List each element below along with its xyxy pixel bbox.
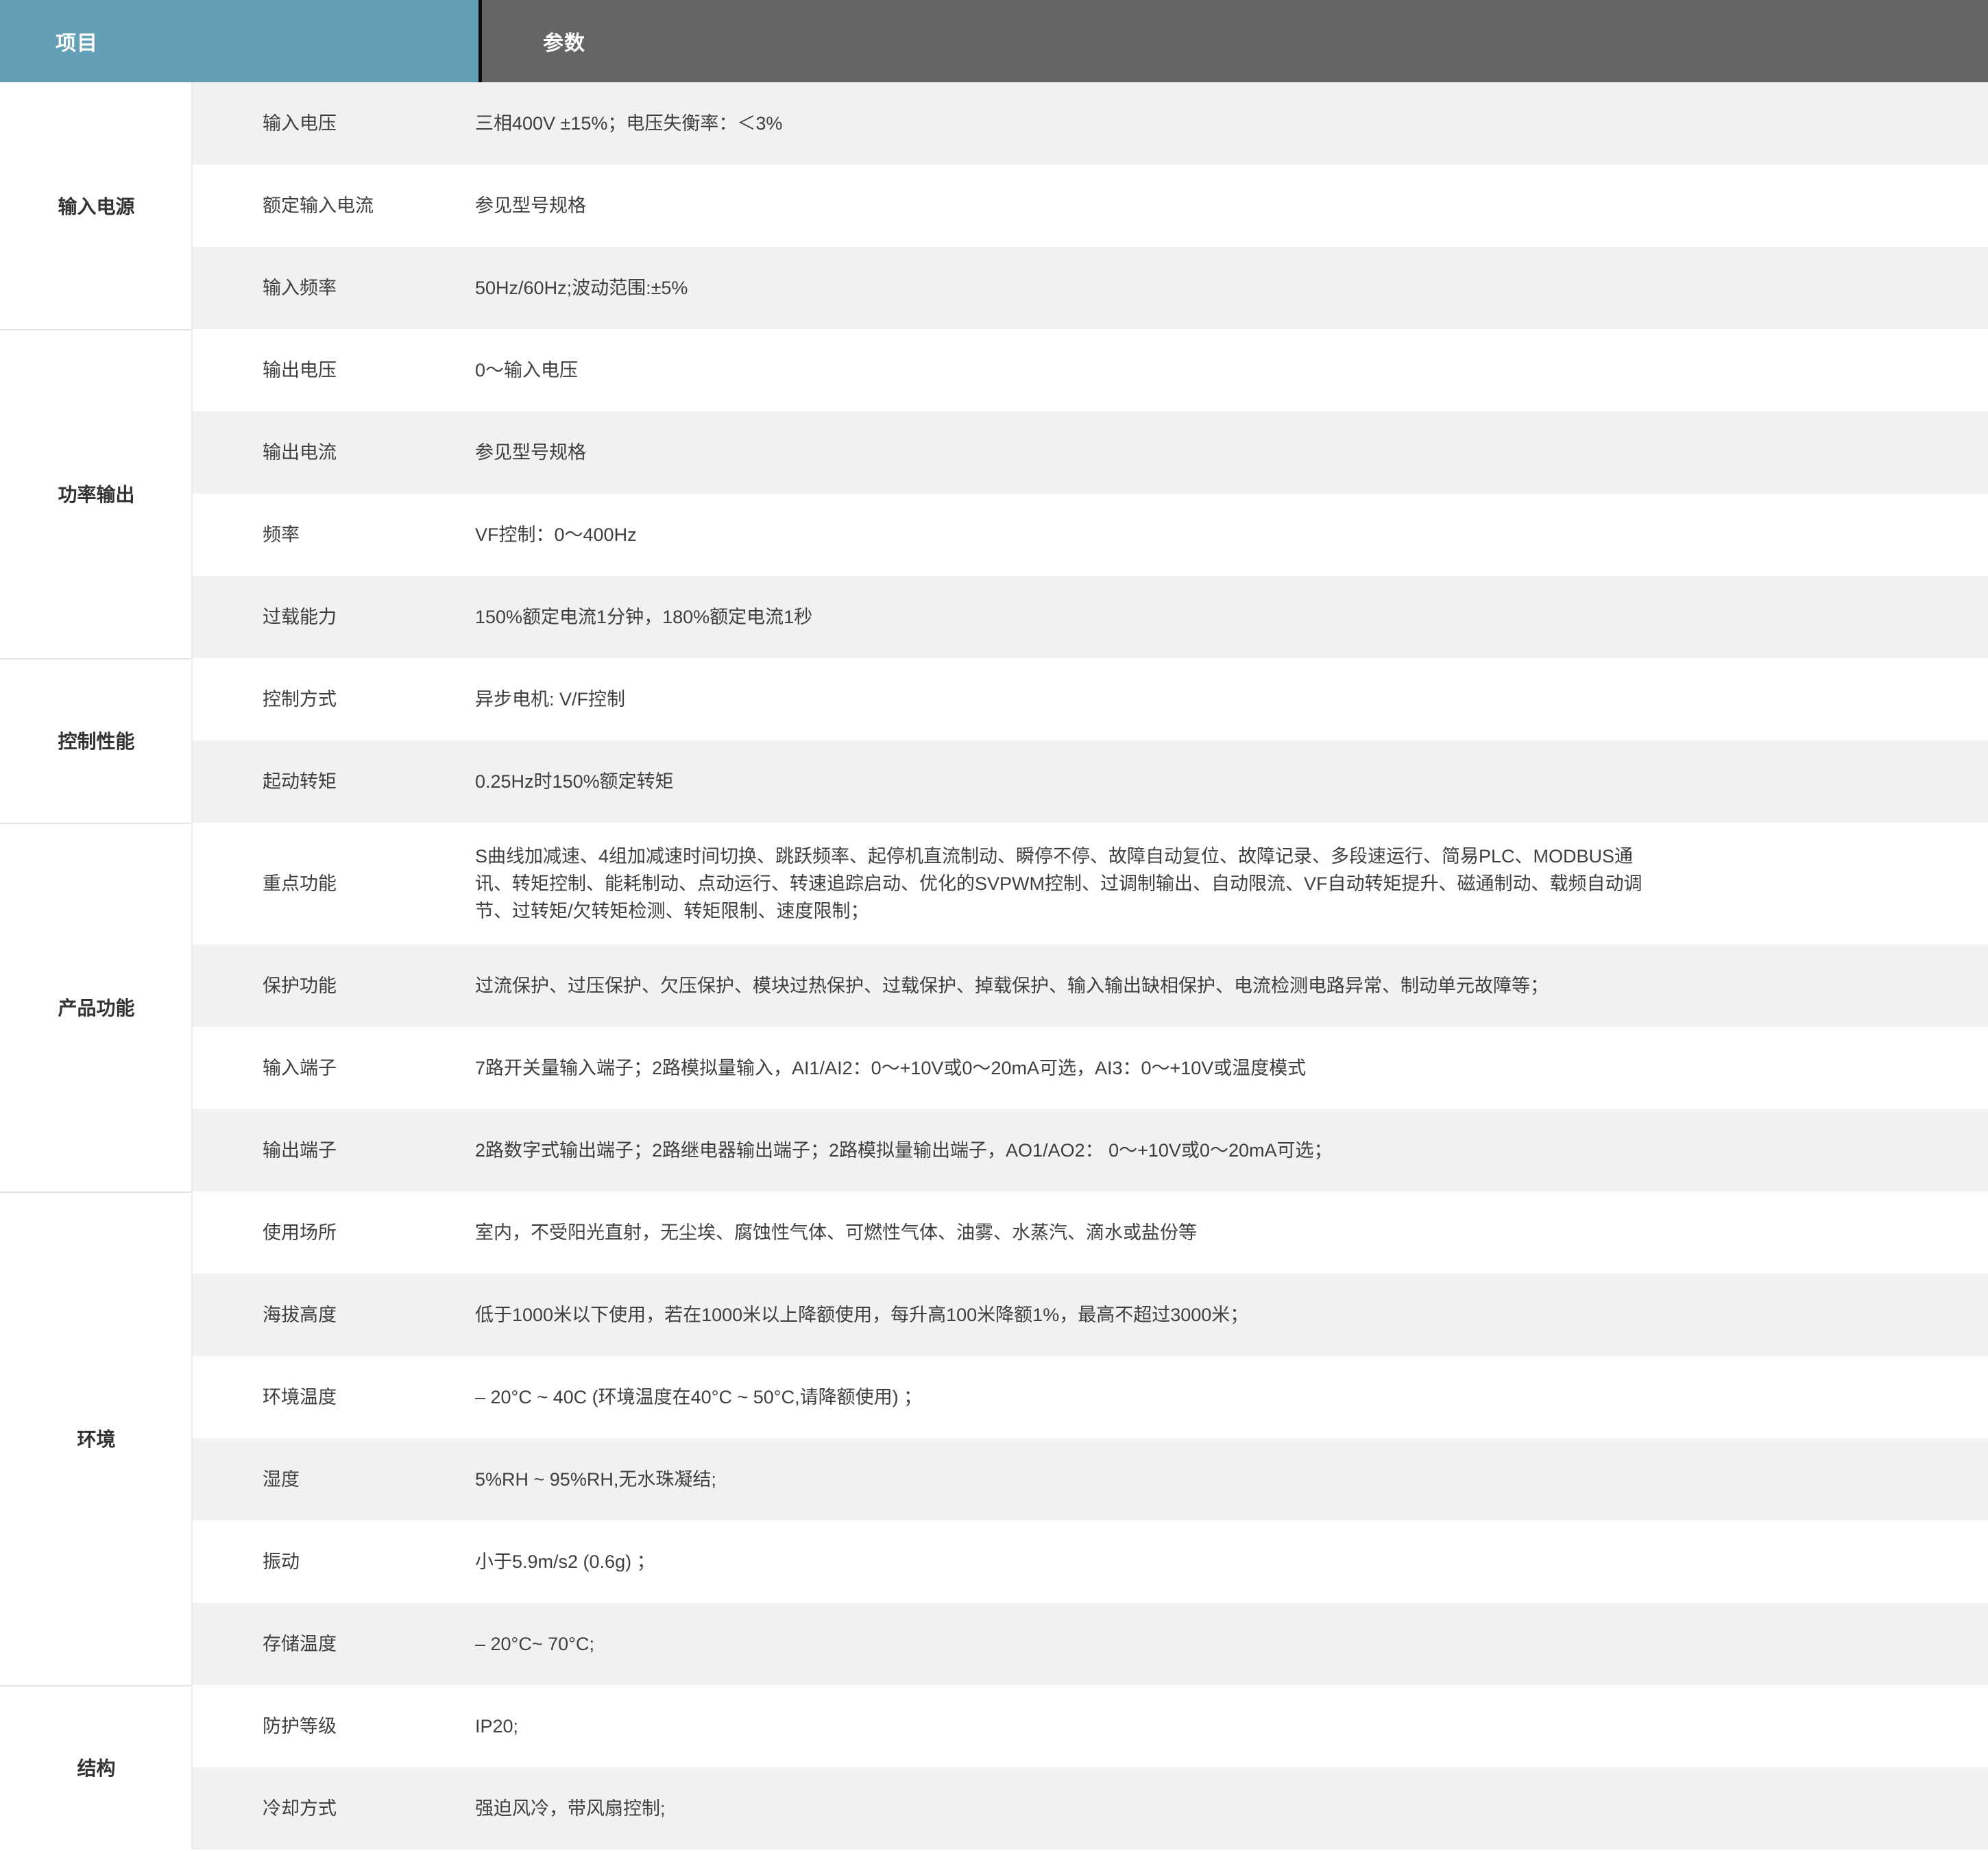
table-row: 海拔高度低于1000米以下使用，若在1000米以上降额使用，每升高100米降额1… [193, 1274, 1988, 1356]
group-rows: 控制方式异步电机: V/F控制起动转矩0.25Hz时150%额定转矩 [193, 658, 1988, 823]
group-label: 结构 [0, 1685, 193, 1850]
table-header-row: 项目 参数 [0, 0, 1988, 82]
row-value: IP20; [475, 1693, 1767, 1760]
column-header-param: 参数 [482, 0, 1988, 82]
table-row: 重点功能S曲线加减速、4组加减速时间切换、跳跃频率、起停机直流制动、瞬停不停、故… [193, 823, 1988, 945]
group-rows: 防护等级IP20;冷却方式强迫风冷，带风扇控制; [193, 1685, 1988, 1850]
row-label: 海拔高度 [193, 1301, 475, 1329]
row-label: 额定输入电流 [193, 192, 475, 219]
table-row: 过载能力150%额定电流1分钟，180%额定电流1秒 [193, 576, 1988, 658]
row-value: S曲线加减速、4组加减速时间切换、跳跃频率、起停机直流制动、瞬停不停、故障自动复… [475, 823, 1767, 945]
row-value: 小于5.9m/s2 (0.6g) ； [475, 1528, 1767, 1595]
row-value: – 20°C~ 70°C; [475, 1610, 1767, 1678]
table-row: 输入电压三相400V ±15%；电压失衡率：＜3% [193, 82, 1988, 165]
table-row: 额定输入电流参见型号规格 [193, 165, 1988, 247]
table-row: 使用场所室内，不受阳光直射，无尘埃、腐蚀性气体、可燃性气体、油雾、水蒸汽、滴水或… [193, 1191, 1988, 1274]
table-row: 存储温度– 20°C~ 70°C; [193, 1603, 1988, 1685]
row-label: 环境温度 [193, 1383, 475, 1411]
row-value: 0～输入电压 [475, 337, 1767, 404]
row-value: 三相400V ±15%；电压失衡率：＜3% [475, 90, 1767, 157]
row-value: 异步电机: V/F控制 [475, 666, 1767, 733]
table-body: 输入电源输入电压三相400V ±15%；电压失衡率：＜3%额定输入电流参见型号规… [0, 82, 1988, 1850]
row-label: 频率 [193, 521, 475, 548]
group-label: 控制性能 [0, 658, 193, 823]
row-label: 重点功能 [193, 870, 475, 897]
row-value: 50Hz/60Hz;波动范围:±5% [475, 254, 1767, 322]
table-row: 冷却方式强迫风冷，带风扇控制; [193, 1767, 1988, 1850]
table-row: 输出电流参见型号规格 [193, 411, 1988, 494]
row-label: 控制方式 [193, 686, 475, 713]
group-rows: 输入电压三相400V ±15%；电压失衡率：＜3%额定输入电流参见型号规格输入频… [193, 82, 1988, 329]
row-value: 过流保护、过压保护、欠压保护、模块过热保护、过载保护、掉载保护、输入输出缺相保护… [475, 952, 1767, 1019]
row-value: 5%RH ~ 95%RH,无水珠凝结; [475, 1446, 1767, 1513]
row-label: 输出端子 [193, 1137, 475, 1164]
table-row: 输入端子7路开关量输入端子；2路模拟量输入，AI1/AI2：0～+10V或0～2… [193, 1027, 1988, 1109]
row-label: 存储温度 [193, 1630, 475, 1658]
table-row: 输出端子2路数字式输出端子；2路继电器输出端子；2路模拟量输出端子，AO1/AO… [193, 1109, 1988, 1191]
row-value: 2路数字式输出端子；2路继电器输出端子；2路模拟量输出端子，AO1/AO2： 0… [475, 1117, 1767, 1184]
group-rows: 使用场所室内，不受阳光直射，无尘埃、腐蚀性气体、可燃性气体、油雾、水蒸汽、滴水或… [193, 1191, 1988, 1685]
row-label: 湿度 [193, 1466, 475, 1493]
row-label: 输入电压 [193, 110, 475, 137]
table-row: 输出电压0～输入电压 [193, 329, 1988, 411]
row-label: 过载能力 [193, 603, 475, 631]
table-row: 防护等级IP20; [193, 1685, 1988, 1767]
row-label: 输出电压 [193, 356, 475, 384]
row-label: 起动转矩 [193, 768, 475, 795]
spec-group: 输入电源输入电压三相400V ±15%；电压失衡率：＜3%额定输入电流参见型号规… [0, 82, 1988, 329]
group-label: 产品功能 [0, 823, 193, 1191]
table-row: 湿度5%RH ~ 95%RH,无水珠凝结; [193, 1438, 1988, 1521]
row-label: 使用场所 [193, 1219, 475, 1246]
row-value: 0.25Hz时150%额定转矩 [475, 748, 1767, 815]
row-label: 振动 [193, 1548, 475, 1575]
row-value: 室内，不受阳光直射，无尘埃、腐蚀性气体、可燃性气体、油雾、水蒸汽、滴水或盐份等 [475, 1199, 1767, 1266]
row-value: 7路开关量输入端子；2路模拟量输入，AI1/AI2：0～+10V或0～20mA可… [475, 1035, 1767, 1102]
table-row: 环境温度– 20°C ~ 40C (环境温度在40°C ~ 50°C,请降额使用… [193, 1356, 1988, 1438]
group-label: 输入电源 [0, 82, 193, 329]
group-rows: 重点功能S曲线加减速、4组加减速时间切换、跳跃频率、起停机直流制动、瞬停不停、故… [193, 823, 1988, 1191]
column-header-param-label: 参数 [543, 26, 585, 56]
row-value: 低于1000米以下使用，若在1000米以上降额使用，每升高100米降额1%，最高… [475, 1281, 1767, 1348]
row-value: 150%额定电流1分钟，180%额定电流1秒 [475, 583, 1767, 651]
row-label: 防护等级 [193, 1713, 475, 1740]
group-label: 功率输出 [0, 329, 193, 658]
table-row: 输入频率50Hz/60Hz;波动范围:±5% [193, 247, 1988, 329]
row-label: 输入频率 [193, 274, 475, 302]
spec-group: 产品功能重点功能S曲线加减速、4组加减速时间切换、跳跃频率、起停机直流制动、瞬停… [0, 823, 1988, 1191]
column-header-item-label: 项目 [56, 26, 98, 56]
spec-table: 项目 参数 输入电源输入电压三相400V ±15%；电压失衡率：＜3%额定输入电… [0, 0, 1988, 1851]
row-value: 参见型号规格 [475, 172, 1767, 239]
row-label: 冷却方式 [193, 1795, 475, 1822]
row-label: 保护功能 [193, 972, 475, 1000]
row-value: 强迫风冷，带风扇控制; [475, 1775, 1767, 1842]
row-value: – 20°C ~ 40C (环境温度在40°C ~ 50°C,请降额使用) ； [475, 1364, 1767, 1431]
spec-group: 控制性能控制方式异步电机: V/F控制起动转矩0.25Hz时150%额定转矩 [0, 658, 1988, 823]
table-row: 起动转矩0.25Hz时150%额定转矩 [193, 740, 1988, 823]
spec-group: 结构防护等级IP20;冷却方式强迫风冷，带风扇控制; [0, 1685, 1988, 1850]
row-label: 输出电流 [193, 439, 475, 466]
group-label: 环境 [0, 1191, 193, 1685]
table-row: 控制方式异步电机: V/F控制 [193, 658, 1988, 740]
spec-group: 环境使用场所室内，不受阳光直射，无尘埃、腐蚀性气体、可燃性气体、油雾、水蒸汽、滴… [0, 1191, 1988, 1685]
row-label: 输入端子 [193, 1054, 475, 1082]
row-value: VF控制：0～400Hz [475, 501, 1767, 568]
column-header-item: 项目 [0, 0, 478, 82]
table-row: 频率VF控制：0～400Hz [193, 494, 1988, 576]
row-value: 参见型号规格 [475, 419, 1767, 486]
table-row: 振动小于5.9m/s2 (0.6g) ； [193, 1521, 1988, 1603]
group-rows: 输出电压0～输入电压输出电流参见型号规格频率VF控制：0～400Hz过载能力15… [193, 329, 1988, 658]
spec-group: 功率输出输出电压0～输入电压输出电流参见型号规格频率VF控制：0～400Hz过载… [0, 329, 1988, 658]
table-row: 保护功能过流保护、过压保护、欠压保护、模块过热保护、过载保护、掉载保护、输入输出… [193, 945, 1988, 1027]
